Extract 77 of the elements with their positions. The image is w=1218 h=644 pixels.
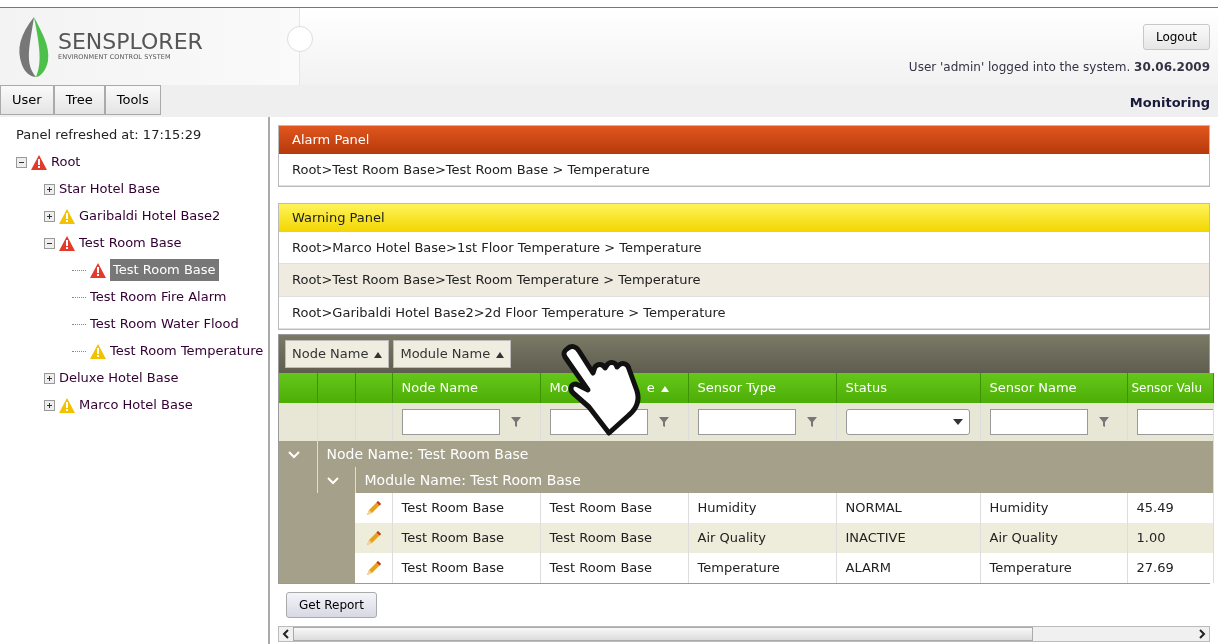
table-cell: Temperature bbox=[688, 553, 836, 583]
table-cell: Humidity bbox=[688, 493, 836, 523]
table-cell: NORMAL bbox=[836, 493, 980, 523]
tree-node-label[interactable]: Root bbox=[51, 152, 81, 172]
section-title: Monitoring bbox=[1129, 94, 1211, 112]
tree-node-label[interactable]: Deluxe Hotel Base bbox=[59, 368, 179, 388]
table-cell: 1.00 bbox=[1127, 523, 1213, 553]
table-cell: Air Quality bbox=[688, 523, 836, 553]
sort-ascending-icon bbox=[660, 385, 669, 392]
alarm-triangle-icon bbox=[59, 235, 75, 251]
warning-triangle-icon bbox=[59, 208, 75, 224]
collapse-icon[interactable] bbox=[16, 156, 27, 168]
panel-entry[interactable]: Root>Test Room Base>Test Room Temperature > Temperature bbox=[279, 264, 1209, 297]
tree-node-label[interactable]: Garibaldi Hotel Base2 bbox=[79, 206, 221, 226]
expand-icon[interactable] bbox=[44, 372, 55, 384]
filter-icon[interactable] bbox=[657, 416, 670, 428]
menu-item[interactable]: Tree bbox=[53, 85, 105, 115]
expand-icon[interactable] bbox=[44, 210, 55, 222]
table-cell: Test Room Base bbox=[392, 493, 540, 523]
tree-node-label[interactable]: Test Room Water Flood bbox=[90, 314, 239, 334]
tree-node-label[interactable]: Test Room Base bbox=[79, 233, 182, 253]
refresh-time-text: Panel refreshed at: 17:15:29 bbox=[16, 126, 203, 144]
group-by-chip[interactable]: Node Name bbox=[285, 340, 390, 368]
table-cell: ALARM bbox=[836, 553, 980, 583]
menu-item[interactable]: Tools bbox=[104, 85, 161, 115]
expand-icon[interactable] bbox=[44, 183, 55, 195]
pencil-icon[interactable] bbox=[364, 529, 382, 548]
panel-entry[interactable]: Root>Garibaldi Hotel Base2>2d Floor Temperature > Temperature bbox=[279, 296, 1209, 329]
tree-node-label[interactable]: Test Room Temperature bbox=[110, 341, 264, 361]
horizontal-scrollbar[interactable] bbox=[278, 626, 1210, 642]
pencil-icon[interactable] bbox=[364, 559, 382, 578]
warning-triangle-icon bbox=[59, 397, 75, 413]
group-by-chip[interactable]: Module Name bbox=[393, 340, 512, 368]
panel-entry[interactable]: Root>Test Room Base>Test Room Base > Temperature bbox=[279, 153, 1209, 186]
filter-icon[interactable] bbox=[805, 416, 818, 428]
table-cell: Temperature bbox=[980, 553, 1127, 583]
sort-ascending-icon bbox=[374, 351, 383, 358]
table-cell: Test Room Base bbox=[392, 523, 540, 553]
group-row-label: Module Name: Test Room Base bbox=[355, 467, 1213, 493]
table-cell: INACTIVE bbox=[836, 523, 980, 553]
filter-input-field[interactable] bbox=[401, 409, 500, 435]
filter-icon[interactable] bbox=[509, 416, 522, 428]
table-cell: Test Room Base bbox=[540, 493, 688, 523]
caret-icon bbox=[952, 419, 963, 425]
chevron-down-icon[interactable] bbox=[326, 476, 339, 485]
tree-node-label[interactable]: Star Hotel Base bbox=[59, 179, 161, 199]
get-report-button[interactable]: Get Report bbox=[286, 592, 377, 618]
alarm-panel-header: Alarm Panel bbox=[279, 126, 1209, 154]
table-cell: Air Quality bbox=[980, 523, 1127, 553]
table-cell: 27.69 bbox=[1127, 553, 1213, 583]
tree-node-label[interactable]: Marco Hotel Base bbox=[79, 395, 193, 415]
menu-item[interactable]: User bbox=[0, 85, 54, 115]
table-cell: Humidity bbox=[980, 493, 1127, 523]
collapse-icon[interactable] bbox=[44, 237, 55, 249]
table-cell: Test Room Base bbox=[540, 523, 688, 553]
login-status-text: User 'admin' logged into the system. 30.06.2009 bbox=[908, 59, 1210, 76]
warning-triangle-icon bbox=[90, 343, 106, 359]
sort-ascending-icon bbox=[496, 351, 505, 358]
filter-input-field[interactable] bbox=[697, 409, 796, 435]
tree-node-label[interactable]: Test Room Base bbox=[110, 259, 219, 281]
filter-dropdown[interactable] bbox=[845, 409, 970, 435]
table-cell: Test Room Base bbox=[392, 553, 540, 583]
chevron-down-icon[interactable] bbox=[288, 450, 300, 459]
alarm-triangle-icon bbox=[31, 154, 47, 170]
tree-node-label[interactable]: Test Room Fire Alarm bbox=[90, 287, 227, 307]
filter-input-field[interactable] bbox=[989, 409, 1088, 435]
group-row-label: Node Name: Test Room Base bbox=[317, 441, 1213, 467]
expand-icon[interactable] bbox=[44, 399, 55, 411]
filter-icon[interactable] bbox=[1097, 416, 1110, 428]
filter-input-field[interactable] bbox=[1136, 409, 1212, 435]
warning-panel-header: Warning Panel bbox=[279, 204, 1209, 232]
logout-button[interactable]: Logout bbox=[1142, 24, 1210, 50]
pencil-icon[interactable] bbox=[364, 499, 382, 518]
alarm-triangle-icon bbox=[90, 262, 106, 278]
table-cell: 45.49 bbox=[1127, 493, 1213, 523]
brand-name: SENSPLORER bbox=[58, 30, 203, 53]
table-cell: Test Room Base bbox=[540, 553, 688, 583]
